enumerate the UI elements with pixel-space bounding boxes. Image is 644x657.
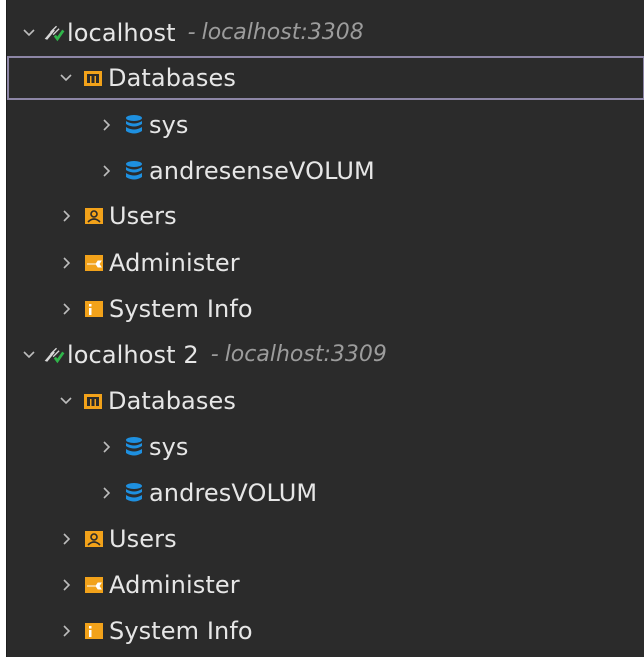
tree-item-label: sys — [149, 111, 189, 139]
database-explorer-tree: localhost - localhost:3308 Databases sys… — [6, 0, 644, 657]
connection-plug-icon — [43, 22, 65, 44]
connection-plug-icon — [43, 344, 65, 366]
chevron-down-icon[interactable] — [19, 23, 39, 43]
tree-item-database-andresensevolum[interactable]: andresenseVOLUM — [7, 149, 644, 193]
connection-row-localhost[interactable]: localhost - localhost:3308 — [7, 11, 644, 55]
connection-name: localhost — [67, 19, 176, 47]
tree-item-label: System Info — [109, 617, 253, 645]
tree-item-databases[interactable]: Databases — [7, 56, 644, 100]
tree-item-label: sys — [149, 433, 189, 461]
chevron-right-icon[interactable] — [97, 437, 117, 457]
tree-item-users[interactable]: Users — [7, 517, 644, 561]
tree-item-system-info[interactable]: System Info — [7, 609, 644, 653]
tree-item-label: Administer — [109, 571, 240, 599]
database-cylinder-icon — [123, 436, 145, 458]
connection-address-separator: - — [187, 20, 196, 45]
tree-item-label: Users — [109, 525, 177, 553]
chevron-right-icon[interactable] — [57, 529, 77, 549]
tree-item-label: andresenseVOLUM — [149, 157, 375, 185]
system-info-icon — [83, 620, 105, 642]
tree-item-database-sys[interactable]: sys — [7, 103, 644, 147]
chevron-right-icon[interactable] — [57, 253, 77, 273]
chevron-right-icon[interactable] — [97, 115, 117, 135]
tree-item-administer[interactable]: Administer — [7, 563, 644, 607]
tree-item-database-sys[interactable]: sys — [7, 425, 644, 469]
chevron-right-icon[interactable] — [57, 621, 77, 641]
connection-address-separator: - — [210, 342, 219, 367]
database-cylinder-icon — [123, 114, 145, 136]
tree-item-database-andresvolum[interactable]: andresVOLUM — [7, 471, 644, 515]
chevron-right-icon[interactable] — [57, 575, 77, 595]
tree-item-label: System Info — [109, 295, 253, 323]
administer-wrench-icon — [83, 574, 105, 596]
connection-row-localhost-2[interactable]: localhost 2 - localhost:3309 — [7, 333, 644, 377]
database-cylinder-icon — [123, 160, 145, 182]
tree-item-label: andresVOLUM — [149, 479, 318, 507]
chevron-down-icon[interactable] — [19, 345, 39, 365]
tree-item-administer[interactable]: Administer — [7, 241, 644, 285]
connection-name: localhost 2 — [67, 341, 199, 369]
connection-address: localhost:3309 — [224, 342, 387, 367]
tree-item-users[interactable]: Users — [7, 194, 644, 238]
tree-item-label: Databases — [108, 64, 236, 92]
users-folder-icon — [83, 528, 105, 550]
chevron-right-icon[interactable] — [97, 161, 117, 181]
chevron-right-icon[interactable] — [97, 483, 117, 503]
chevron-down-icon[interactable] — [56, 391, 76, 411]
system-info-icon — [83, 298, 105, 320]
tree-item-label: Users — [109, 202, 177, 230]
chevron-down-icon[interactable] — [56, 68, 76, 88]
databases-folder-icon — [82, 67, 104, 89]
databases-folder-icon — [82, 390, 104, 412]
chevron-right-icon[interactable] — [57, 299, 77, 319]
tree-item-databases[interactable]: Databases — [7, 379, 644, 423]
connection-address: localhost:3308 — [201, 20, 364, 45]
tree-item-label: Databases — [108, 387, 236, 415]
database-cylinder-icon — [123, 482, 145, 504]
users-folder-icon — [83, 205, 105, 227]
administer-wrench-icon — [83, 252, 105, 274]
tree-item-system-info[interactable]: System Info — [7, 287, 644, 331]
tree-item-label: Administer — [109, 249, 240, 277]
chevron-right-icon[interactable] — [57, 206, 77, 226]
